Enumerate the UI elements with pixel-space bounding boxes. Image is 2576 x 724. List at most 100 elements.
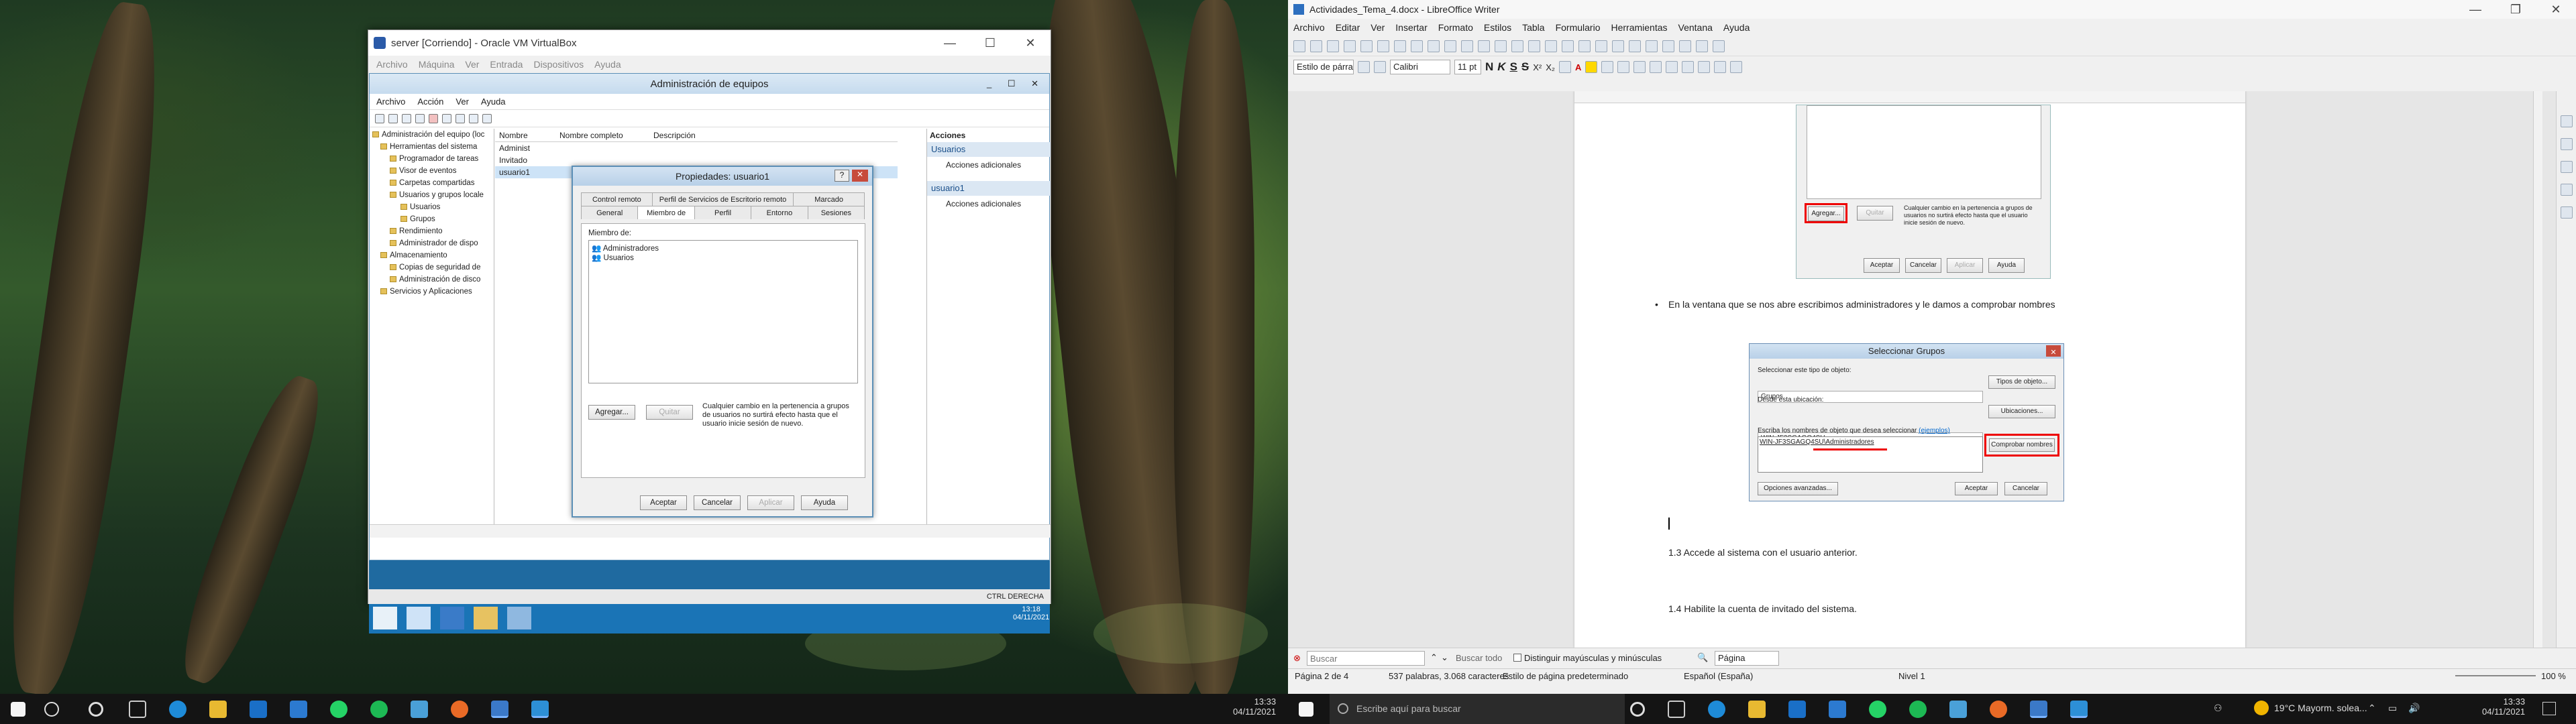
clock[interactable]: 13:33 04/11/2021 [2482, 697, 2525, 717]
ruler[interactable] [1574, 91, 2245, 103]
windows-start-icon[interactable] [373, 607, 397, 629]
menu-formato[interactable]: Formato [1438, 22, 1473, 33]
align-left-icon[interactable] [1601, 61, 1614, 73]
gallery-icon[interactable] [2561, 184, 2573, 196]
match-case-checkbox[interactable] [1513, 654, 1521, 662]
tree-item[interactable]: Programador de tareas [370, 153, 494, 165]
network-icon[interactable]: ▭ [2388, 703, 2397, 714]
vbox-task-icon[interactable] [531, 701, 549, 718]
menu-herramientas[interactable]: Herramientas [1611, 22, 1667, 33]
line-icon[interactable] [1696, 40, 1708, 52]
mgmt-menu-ayuda[interactable]: Ayuda [481, 97, 506, 107]
left-clock[interactable]: 13:33 04/11/2021 [1233, 697, 1276, 717]
vscode-icon[interactable] [1829, 701, 1846, 718]
bold-button[interactable]: N [1485, 60, 1493, 74]
menu-ventana[interactable]: Ventana [1678, 22, 1713, 33]
save-icon[interactable] [1327, 40, 1339, 52]
paragraph-style-combo[interactable]: Estilo de párrafo predet [1293, 60, 1354, 74]
action-more[interactable]: Acciones adicionales [927, 196, 1051, 212]
undo-icon[interactable] [1461, 40, 1473, 52]
tree-item[interactable]: Servicios y Aplicaciones [370, 286, 494, 298]
list-item[interactable]: 👥 Usuarios [592, 253, 855, 262]
insert-image-icon[interactable] [1562, 40, 1574, 52]
refresh-icon[interactable] [455, 113, 465, 123]
navigator-icon[interactable] [2561, 206, 2573, 219]
font-size-combo[interactable]: 11 pt [1454, 60, 1481, 74]
weather-text[interactable]: 19°C Mayorm. solea... [2274, 703, 2367, 713]
tab-perfil-rds[interactable]: Perfil de Servicios de Escritorio remoto [651, 192, 794, 206]
tree-item[interactable]: Herramientas del sistema [370, 141, 494, 153]
spotify-icon[interactable] [1909, 701, 1927, 718]
vscode-icon[interactable] [290, 701, 307, 718]
start-icon[interactable] [11, 702, 25, 717]
volume-icon[interactable]: 🔊 [2408, 703, 2420, 714]
tree-item[interactable]: Grupos [370, 213, 494, 225]
tree-item[interactable]: Administrador de dispo [370, 237, 494, 249]
col-nombre-completo[interactable]: Nombre completo [559, 129, 653, 141]
writer-task-icon[interactable] [2030, 701, 2047, 718]
document-area[interactable]: Agregar... Quitar Cualquier cambio en la… [1288, 91, 2556, 648]
spelling-icon[interactable] [1511, 40, 1523, 52]
styles-icon[interactable] [2561, 161, 2573, 173]
menu-archivo[interactable]: Archivo [1293, 22, 1325, 33]
horizontal-scrollbar[interactable] [370, 524, 1051, 538]
cut-icon[interactable] [1394, 40, 1406, 52]
vbox-menu-dispositivos[interactable]: Dispositivos [533, 59, 584, 70]
paste-icon[interactable] [1428, 40, 1440, 52]
mail-icon[interactable] [250, 701, 267, 718]
zoom-slider[interactable] [2455, 675, 2536, 676]
heading-1-3[interactable]: 1.3 Accede al sistema con el usuario ant… [1668, 547, 1858, 558]
close-button[interactable]: ✕ [2536, 3, 2576, 17]
show-tree-icon[interactable] [415, 113, 425, 123]
cortana-icon[interactable] [1630, 702, 1645, 717]
remove-button[interactable]: Quitar [646, 405, 693, 420]
guest-clock[interactable]: 13:18 04/11/2021 [1013, 605, 1049, 621]
actions-head-usuario1[interactable]: usuario1 [927, 181, 1051, 196]
print-preview-icon[interactable] [1377, 40, 1389, 52]
menu-ver[interactable]: Ver [1371, 22, 1385, 33]
hyperlink-icon[interactable] [1629, 40, 1641, 52]
virtualbox-icon[interactable] [1949, 701, 1967, 718]
tree-item[interactable]: Administración de disco [370, 274, 494, 286]
page-style[interactable]: Estilo de página predeterminado [1503, 671, 1628, 681]
numbering-icon[interactable] [1682, 61, 1695, 73]
list-item[interactable]: Invitado [495, 154, 898, 166]
close-button[interactable]: ✕ [852, 170, 868, 182]
align-center-icon[interactable] [1617, 61, 1630, 73]
cortana-icon[interactable] [89, 702, 103, 717]
firefox-icon[interactable] [451, 701, 468, 718]
mgmt-menu-ver[interactable]: Ver [455, 97, 469, 107]
vbox-menu-archivo[interactable]: Archivo [376, 59, 408, 70]
find-page-combo[interactable]: Página [1715, 651, 1779, 666]
delete-icon[interactable] [429, 113, 438, 123]
comment-icon[interactable] [1662, 40, 1674, 52]
computer-management-icon[interactable] [507, 607, 531, 629]
edge-icon[interactable] [1708, 701, 1725, 718]
shapes-icon[interactable] [1713, 40, 1725, 52]
mail-icon[interactable] [1788, 701, 1806, 718]
bullets-icon[interactable] [1666, 61, 1678, 73]
insert-chart-icon[interactable] [1578, 40, 1591, 52]
spotify-icon[interactable] [370, 701, 388, 718]
up-icon[interactable] [402, 113, 411, 123]
vbox-menu-ver[interactable]: Ver [465, 59, 479, 70]
help-icon[interactable] [469, 113, 478, 123]
task-view-icon[interactable] [1668, 701, 1685, 718]
weather-icon[interactable] [2254, 701, 2269, 715]
copy-icon[interactable] [1411, 40, 1423, 52]
subscript-icon[interactable]: X₂ [1546, 62, 1555, 72]
find-input[interactable] [1307, 651, 1425, 666]
heading-1-4[interactable]: 1.4 Habilite la cuenta de invitado del s… [1668, 603, 1857, 614]
col-nombre[interactable]: Nombre [499, 129, 559, 141]
export-pdf-icon[interactable] [1344, 40, 1356, 52]
virtualbox-icon[interactable] [411, 701, 428, 718]
italic-button[interactable]: K [1497, 60, 1505, 74]
tree-item[interactable]: Usuarios y grupos locale [370, 189, 494, 201]
find-all-button[interactable]: Buscar todo [1456, 653, 1502, 663]
open-icon[interactable] [1310, 40, 1322, 52]
tree-item[interactable]: Almacenamiento [370, 249, 494, 261]
tab-general[interactable]: General [581, 206, 639, 219]
outdent-icon[interactable] [1714, 61, 1727, 73]
guest-screen[interactable]: Administración de equipos _ ☐ ✕ Archivo … [369, 73, 1051, 634]
whatsapp-icon[interactable] [330, 701, 347, 718]
